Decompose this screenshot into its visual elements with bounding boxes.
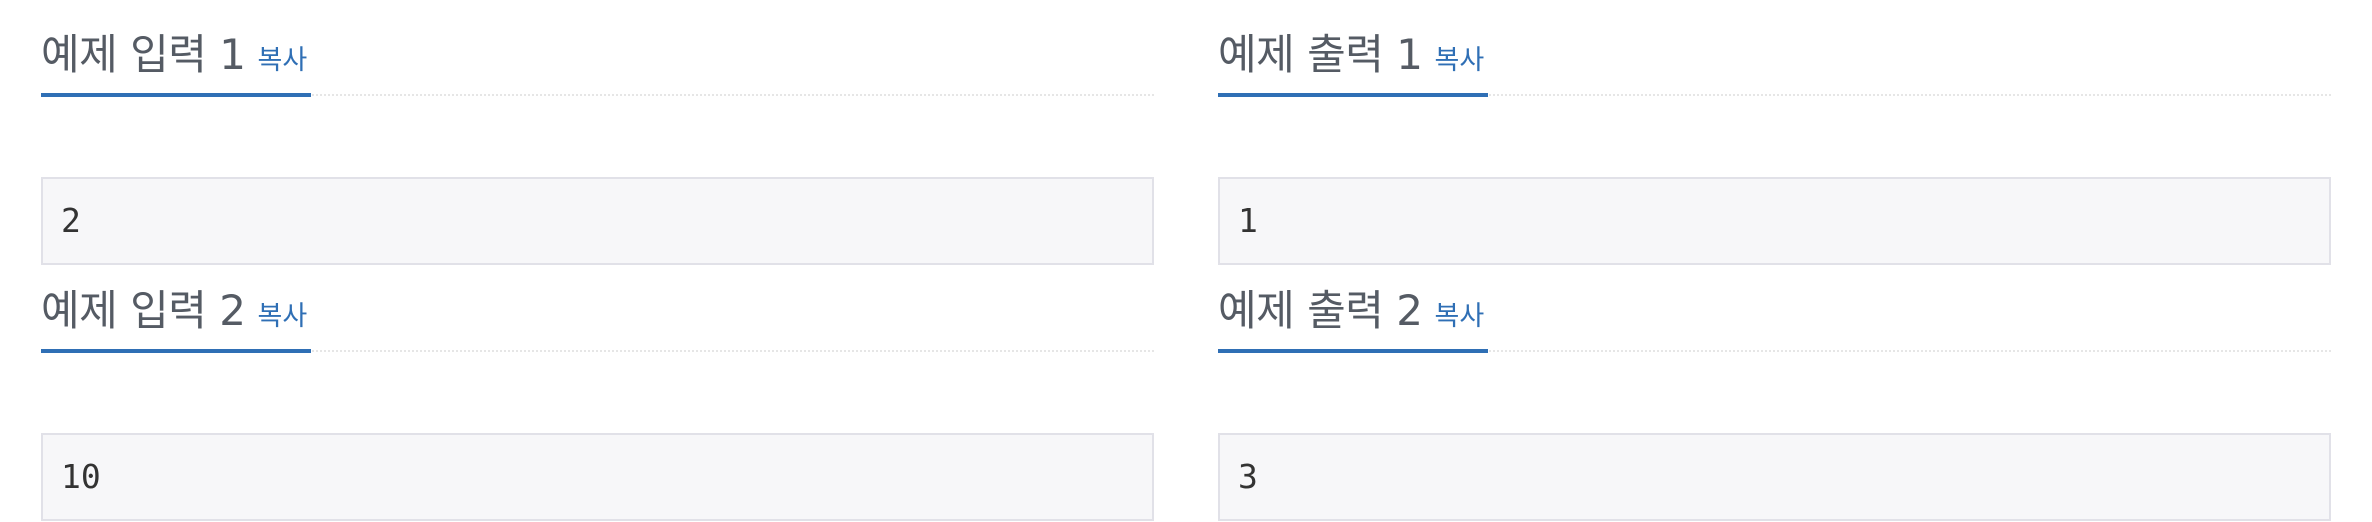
sample-output-1-headline: 예제 출력 1 복사 [1218, 0, 2331, 97]
sample-output-2-headline: 예제 출력 2 복사 [1218, 256, 2331, 353]
headline-underline: 예제 출력 1 복사 [1218, 1, 1489, 97]
samples-grid: 예제 입력 1 복사 2 예제 출력 1 복사 1 예제 입력 2 복사 10 예제 … [41, 0, 2331, 521]
headline-underline: 예제 입력 2 복사 [41, 257, 312, 353]
copy-sample-output-1-button[interactable]: 복사 [1434, 45, 1484, 76]
sample-input-1-box[interactable]: 2 [41, 177, 1154, 265]
sample-input-2-headline: 예제 입력 2 복사 [41, 256, 1154, 353]
sample-output-1-box[interactable]: 1 [1218, 177, 2331, 265]
sample-output-1-title: 예제 출력 1 [1218, 30, 1423, 79]
copy-sample-output-2-button[interactable]: 복사 [1434, 301, 1484, 332]
copy-sample-input-2-button[interactable]: 복사 [257, 301, 307, 332]
sample-input-2-box[interactable]: 10 [41, 433, 1154, 521]
sample-output-2-title: 예제 출력 2 [1218, 286, 1423, 335]
sample-output-2-section: 예제 출력 2 복사 3 [1218, 256, 2331, 521]
sample-output-1-section: 예제 출력 1 복사 1 [1218, 0, 2331, 265]
sample-input-2-title: 예제 입력 2 [41, 286, 246, 335]
sample-output-2-box[interactable]: 3 [1218, 433, 2331, 521]
sample-input-1-title: 예제 입력 1 [41, 30, 246, 79]
sample-input-2-section: 예제 입력 2 복사 10 [41, 256, 1154, 521]
copy-sample-input-1-button[interactable]: 복사 [257, 45, 307, 76]
headline-underline: 예제 입력 1 복사 [41, 1, 312, 97]
headline-underline: 예제 출력 2 복사 [1218, 257, 1489, 353]
sample-input-1-section: 예제 입력 1 복사 2 [41, 0, 1154, 265]
sample-input-1-headline: 예제 입력 1 복사 [41, 0, 1154, 97]
